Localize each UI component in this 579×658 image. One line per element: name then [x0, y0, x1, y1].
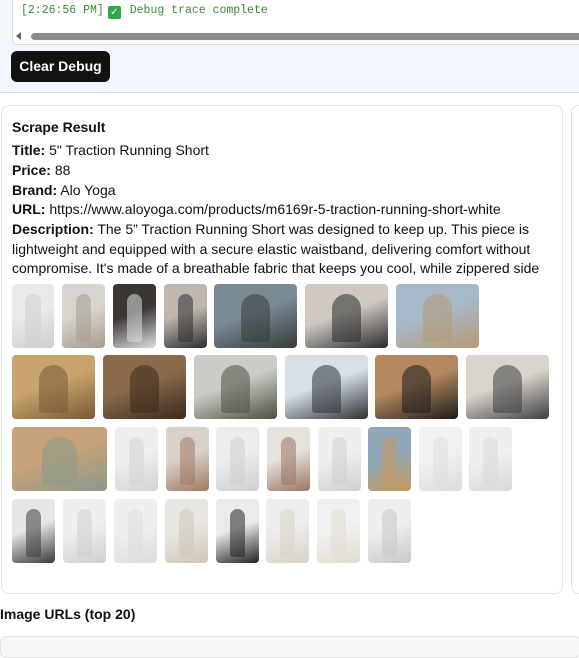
product-image-white-sneaker[interactable] — [469, 427, 512, 491]
product-image-shorts-side[interactable] — [216, 427, 259, 491]
product-image-model-white-tee[interactable] — [375, 355, 458, 419]
product-image-shorts-front-2[interactable] — [63, 499, 106, 563]
product-image-model-light-shorts[interactable] — [165, 499, 208, 563]
image-subject — [75, 293, 92, 342]
image-subject — [229, 508, 246, 557]
debug-log[interactable]: [2:26:56 PM] ✓ Debug trace complete — [12, 0, 579, 45]
image-subject — [311, 364, 342, 413]
image-subject — [229, 436, 246, 485]
description-label: Description: — [12, 221, 94, 237]
image-urls-heading: Image URLs (top 20) — [0, 606, 136, 622]
product-image-model-desert[interactable] — [396, 284, 479, 348]
log-timestamp: [2:26:56 PM] — [21, 4, 104, 17]
product-image-shorts-front[interactable] — [115, 427, 158, 491]
description-field: Description: The 5” Traction Running Sho… — [12, 220, 547, 277]
title-label: Title: — [12, 142, 46, 158]
product-image-model-shirtless-shorts[interactable] — [166, 427, 209, 491]
image-subject — [492, 364, 523, 413]
price-field: Price: 88 — [12, 161, 70, 180]
side-card — [571, 105, 579, 594]
product-image-model-splits-on-bench[interactable] — [12, 355, 95, 419]
image-subject — [331, 293, 362, 342]
scroll-left-icon[interactable] — [16, 32, 21, 40]
scrape-result-card: Scrape Result Title: 5" Traction Running… — [1, 105, 563, 594]
image-subject — [432, 436, 449, 485]
brand-value: Alo Yoga — [60, 182, 116, 198]
product-image-model-shorts-back[interactable] — [267, 427, 310, 491]
card-title: Scrape Result — [12, 119, 106, 135]
image-subject — [178, 508, 195, 557]
image-subject — [381, 436, 398, 485]
price-value: 88 — [54, 162, 71, 178]
image-subject — [126, 293, 143, 342]
product-image-model-sitting-rocks[interactable] — [103, 355, 186, 419]
check-icon: ✓ — [107, 6, 121, 19]
price-label: Price: — [12, 162, 51, 178]
product-image-model-sports-bra[interactable] — [305, 284, 388, 348]
product-image-shorts-angle[interactable] — [318, 427, 361, 491]
brand-label: Brand: — [12, 182, 58, 198]
product-image-white-socks[interactable] — [419, 427, 462, 491]
image-subject — [220, 364, 251, 413]
product-image-white-sneakers[interactable] — [113, 284, 156, 348]
title-field: Title: 5" Traction Running Short — [12, 141, 209, 160]
image-subject — [279, 508, 296, 557]
log-message: Debug trace complete — [129, 4, 268, 17]
image-subject — [42, 436, 77, 485]
image-subject — [482, 436, 499, 485]
clear-debug-button[interactable]: Clear Debug — [11, 51, 110, 82]
image-subject — [280, 436, 297, 485]
scroll-thumb[interactable] — [31, 33, 579, 40]
url-field: URL: https://www.aloyoga.com/products/m6… — [12, 200, 501, 219]
horizontal-scrollbar[interactable] — [13, 29, 579, 43]
product-image-model-dark-pants[interactable] — [164, 284, 207, 348]
image-subject — [127, 508, 144, 557]
product-image-sneakers-on-rock[interactable] — [194, 355, 277, 419]
image-subject — [179, 436, 196, 485]
product-image-model-white-shorts-front[interactable] — [12, 284, 54, 348]
image-subject — [129, 364, 160, 413]
product-image-model-lying-on-rock[interactable] — [214, 284, 297, 348]
title-value: 5" Traction Running Short — [49, 142, 209, 158]
url-value: https://www.aloyoga.com/products/m6169r-… — [49, 201, 501, 217]
product-image-model-cream-pants[interactable] — [114, 499, 157, 563]
product-image-model-black-top[interactable] — [216, 499, 259, 563]
debug-panel: [2:26:56 PM] ✓ Debug trace complete Clear… — [0, 0, 579, 93]
image-subject — [381, 508, 398, 557]
product-image-model-running-shorts[interactable] — [368, 427, 411, 491]
image-urls-box — [0, 636, 579, 658]
product-image-model-motorcycle[interactable] — [466, 355, 549, 419]
product-image-model-white-sweats[interactable] — [317, 499, 360, 563]
image-subject — [330, 508, 347, 557]
log-entry: [2:26:56 PM] ✓ Debug trace complete — [21, 4, 268, 19]
image-subject — [128, 436, 145, 485]
product-image-model-dark-shorts[interactable] — [12, 499, 55, 563]
image-subject — [76, 508, 93, 557]
brand-field: Brand: Alo Yoga — [12, 181, 116, 200]
product-image-model-sitting-desert[interactable] — [12, 427, 107, 491]
image-subject — [331, 436, 348, 485]
image-subject — [38, 364, 69, 413]
image-subject — [422, 293, 453, 342]
image-subject — [401, 364, 432, 413]
image-subject — [25, 293, 41, 342]
product-image-model-grey-sweats[interactable] — [368, 499, 411, 563]
product-image-model-cream-sweats[interactable] — [266, 499, 309, 563]
image-subject — [177, 293, 194, 342]
product-image-legs-with-sneakers[interactable] — [62, 284, 105, 348]
image-subject — [240, 293, 271, 342]
product-image-model-beach-bra[interactable] — [285, 355, 368, 419]
image-subject — [25, 508, 42, 557]
url-label: URL: — [12, 201, 46, 217]
